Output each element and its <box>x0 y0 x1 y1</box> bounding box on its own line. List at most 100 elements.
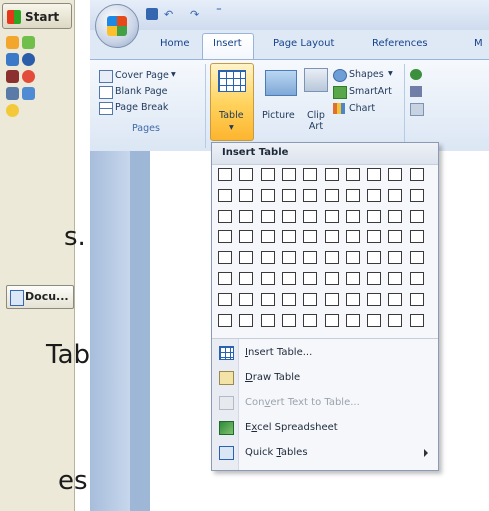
grid-cell[interactable] <box>388 188 403 202</box>
menu-item-insert-table[interactable]: Insert Table... <box>212 343 438 364</box>
grid-cell[interactable] <box>367 168 382 181</box>
grid-cell[interactable] <box>260 272 275 285</box>
quicklaunch-icon[interactable] <box>6 36 19 49</box>
grid-cell[interactable] <box>367 188 382 202</box>
grid-cell[interactable] <box>409 209 424 223</box>
grid-cell[interactable] <box>345 251 360 265</box>
qat-dropdown-icon[interactable]: ⁼ <box>216 4 224 17</box>
menu-item-draw-table[interactable]: Draw Table <box>212 368 438 389</box>
smartart-button[interactable]: SmartArt <box>349 86 392 97</box>
grid-cell[interactable] <box>345 168 360 181</box>
blank-page-button[interactable]: Blank Page <box>115 86 168 97</box>
grid-cell[interactable] <box>281 272 296 285</box>
grid-cell[interactable] <box>281 168 296 181</box>
grid-cell[interactable] <box>303 272 318 285</box>
grid-cell[interactable] <box>367 209 382 223</box>
quicklaunch-icon[interactable] <box>22 53 35 66</box>
grid-cell[interactable] <box>303 168 318 181</box>
grid-cell[interactable] <box>388 168 403 181</box>
quicklaunch-icon[interactable] <box>22 36 35 49</box>
grid-cell[interactable] <box>409 313 424 327</box>
grid-cell[interactable] <box>409 168 424 181</box>
grid-cell[interactable] <box>409 188 424 202</box>
menu-item-quick-tables[interactable]: Quick Tables <box>212 443 438 464</box>
grid-cell[interactable] <box>260 168 275 181</box>
redo-icon[interactable]: ↷ <box>190 8 202 21</box>
grid-cell[interactable] <box>388 209 403 223</box>
quicklaunch-icon[interactable] <box>6 53 19 66</box>
grid-cell[interactable] <box>260 230 275 244</box>
grid-cell[interactable] <box>260 209 275 223</box>
grid-cell[interactable] <box>303 188 318 202</box>
grid-cell[interactable] <box>239 230 254 244</box>
grid-cell[interactable] <box>324 168 339 181</box>
clip-art-button[interactable]: Clip Art <box>304 110 328 132</box>
tab-page-layout[interactable]: Page Layout <box>273 38 334 49</box>
picture-button[interactable]: Picture <box>262 110 295 121</box>
grid-cell[interactable] <box>239 292 254 306</box>
grid-cell[interactable] <box>260 188 275 202</box>
grid-cell[interactable] <box>388 251 403 265</box>
grid-cell[interactable] <box>281 188 296 202</box>
grid-cell[interactable] <box>218 251 232 265</box>
grid-cell[interactable] <box>218 188 232 202</box>
office-button[interactable] <box>95 4 139 48</box>
shapes-button[interactable]: Shapes <box>349 69 384 80</box>
grid-cell[interactable] <box>303 313 318 327</box>
cover-page-dropdown-icon[interactable]: ▾ <box>171 69 176 80</box>
grid-cell[interactable] <box>281 251 296 265</box>
start-button[interactable]: Start <box>2 3 72 29</box>
grid-cell[interactable] <box>239 168 254 181</box>
grid-cell[interactable] <box>345 272 360 285</box>
grid-cell[interactable] <box>218 209 232 223</box>
grid-cell[interactable] <box>239 313 254 327</box>
grid-cell[interactable] <box>345 292 360 306</box>
grid-cell[interactable] <box>303 251 318 265</box>
grid-cell[interactable] <box>409 251 424 265</box>
grid-cell[interactable] <box>388 272 403 285</box>
save-icon[interactable] <box>146 8 158 20</box>
grid-cell[interactable] <box>281 230 296 244</box>
grid-cell[interactable] <box>367 251 382 265</box>
page-break-button[interactable]: Page Break <box>115 102 168 113</box>
grid-cell[interactable] <box>281 209 296 223</box>
grid-cell[interactable] <box>239 272 254 285</box>
grid-cell[interactable] <box>303 209 318 223</box>
grid-cell[interactable] <box>218 272 232 285</box>
tab-mailings[interactable]: M <box>474 38 483 49</box>
taskbar-document-button[interactable]: Docu... <box>6 285 74 309</box>
grid-cell[interactable] <box>409 230 424 244</box>
grid-cell[interactable] <box>388 230 403 244</box>
grid-cell[interactable] <box>367 313 382 327</box>
grid-cell[interactable] <box>239 188 254 202</box>
quicklaunch-icon[interactable] <box>6 104 19 117</box>
grid-cell[interactable] <box>260 313 275 327</box>
grid-cell[interactable] <box>303 230 318 244</box>
grid-cell[interactable] <box>218 230 232 244</box>
grid-cell[interactable] <box>324 313 339 327</box>
grid-cell[interactable] <box>303 292 318 306</box>
grid-cell[interactable] <box>281 292 296 306</box>
grid-cell[interactable] <box>409 272 424 285</box>
grid-cell[interactable] <box>218 168 232 181</box>
shapes-dropdown-icon[interactable]: ▾ <box>388 68 393 79</box>
grid-cell[interactable] <box>324 188 339 202</box>
grid-cell[interactable] <box>218 292 232 306</box>
grid-cell[interactable] <box>345 230 360 244</box>
grid-cell[interactable] <box>324 272 339 285</box>
grid-cell[interactable] <box>324 292 339 306</box>
quicklaunch-icon[interactable] <box>22 70 35 83</box>
grid-cell[interactable] <box>239 251 254 265</box>
grid-cell[interactable] <box>218 313 232 327</box>
grid-cell[interactable] <box>260 251 275 265</box>
grid-cell[interactable] <box>281 313 296 327</box>
grid-cell[interactable] <box>324 251 339 265</box>
grid-cell[interactable] <box>324 230 339 244</box>
grid-cell[interactable] <box>345 188 360 202</box>
grid-cell[interactable] <box>367 272 382 285</box>
grid-cell[interactable] <box>367 230 382 244</box>
grid-cell[interactable] <box>388 313 403 327</box>
grid-cell[interactable] <box>260 292 275 306</box>
undo-icon[interactable]: ↶ <box>164 8 176 21</box>
grid-cell[interactable] <box>239 209 254 223</box>
